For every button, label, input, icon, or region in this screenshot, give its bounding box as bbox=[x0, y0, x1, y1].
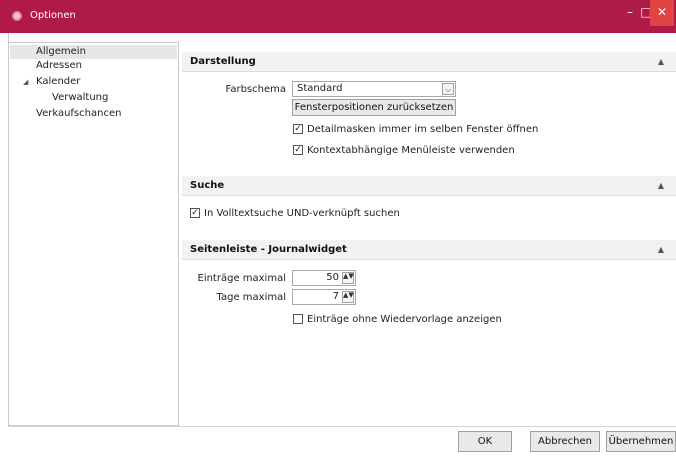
stepper-value: 50 bbox=[326, 272, 339, 283]
checkbox-label: Detailmasken immer im selben Fenster öff… bbox=[307, 124, 539, 135]
farbschema-value: Standard bbox=[297, 83, 343, 94]
section-title: Suche bbox=[190, 180, 225, 191]
nav-item-verwaltung[interactable]: Verwaltung bbox=[52, 91, 108, 105]
options-nav-tree: Allgemein Adressen ◢ Kalender Verwaltung… bbox=[8, 42, 179, 426]
checkbox-detailmasken[interactable]: ✓ bbox=[293, 124, 303, 134]
nav-item-label: Allgemein bbox=[36, 46, 86, 57]
collapse-icon[interactable]: ▲ bbox=[658, 181, 664, 190]
window-title: Optionen bbox=[30, 10, 76, 21]
app-icon bbox=[12, 11, 22, 21]
apply-button[interactable]: Übernehmen bbox=[606, 431, 676, 452]
tage-maximal-stepper[interactable]: 7 ▲▼ bbox=[292, 289, 356, 305]
tree-expand-icon[interactable]: ◢ bbox=[23, 78, 28, 86]
title-bar: Optionen – □ ✕ bbox=[0, 0, 676, 33]
nav-item-label: Kalender bbox=[36, 76, 81, 87]
nav-item-label: Verkaufschancen bbox=[36, 108, 122, 119]
checkbox-volltextsuche[interactable]: ✓ bbox=[190, 208, 200, 218]
checkbox-label: Einträge ohne Wiedervorlage anzeigen bbox=[307, 314, 502, 325]
spin-icon[interactable]: ▲▼ bbox=[342, 272, 354, 284]
eintraege-maximal-label: Einträge maximal bbox=[197, 273, 287, 284]
tage-maximal-label: Tage maximal bbox=[216, 292, 286, 303]
collapse-icon[interactable]: ▲ bbox=[658, 57, 664, 66]
section-header-seitenleiste[interactable]: Seitenleiste - Journalwidget ▲ bbox=[182, 240, 676, 260]
checkbox-kontextmenue[interactable]: ✓ bbox=[293, 145, 303, 155]
checkbox-label: Kontextabhängige Menüleiste verwenden bbox=[307, 145, 515, 156]
ok-button[interactable]: OK bbox=[458, 431, 512, 452]
spin-icon[interactable]: ▲▼ bbox=[342, 291, 354, 303]
checkbox-ohne-wiedervorlage[interactable] bbox=[293, 314, 303, 324]
chevron-down-icon[interactable]: ⌵ bbox=[442, 83, 454, 95]
section-header-suche[interactable]: Suche ▲ bbox=[182, 176, 676, 196]
farbschema-label: Farbschema bbox=[225, 84, 287, 95]
nav-item-label: Verwaltung bbox=[52, 92, 109, 103]
farbschema-select[interactable]: Standard ⌵ bbox=[292, 81, 456, 97]
nav-item-adressen[interactable]: Adressen bbox=[36, 59, 82, 73]
reset-window-positions-button[interactable]: Fensterpositionen zurücksetzen bbox=[292, 99, 456, 116]
nav-item-verkaufschancen[interactable]: Verkaufschancen bbox=[36, 107, 121, 121]
section-title: Seitenleiste - Journalwidget bbox=[190, 244, 347, 255]
section-title: Darstellung bbox=[190, 56, 256, 67]
section-header-darstellung[interactable]: Darstellung ▲ bbox=[182, 52, 676, 72]
nav-item-label: Adressen bbox=[36, 60, 82, 71]
nav-item-allgemein[interactable]: Allgemein bbox=[10, 45, 177, 59]
close-button[interactable]: ✕ bbox=[650, 0, 674, 26]
cancel-button[interactable]: Abbrechen bbox=[530, 431, 600, 452]
checkbox-label: In Volltextsuche UND-verknüpft suchen bbox=[204, 208, 400, 219]
collapse-icon[interactable]: ▲ bbox=[658, 245, 664, 254]
eintraege-maximal-stepper[interactable]: 50 ▲▼ bbox=[292, 270, 356, 286]
nav-item-kalender[interactable]: Kalender bbox=[36, 75, 80, 89]
stepper-value: 7 bbox=[332, 291, 339, 302]
